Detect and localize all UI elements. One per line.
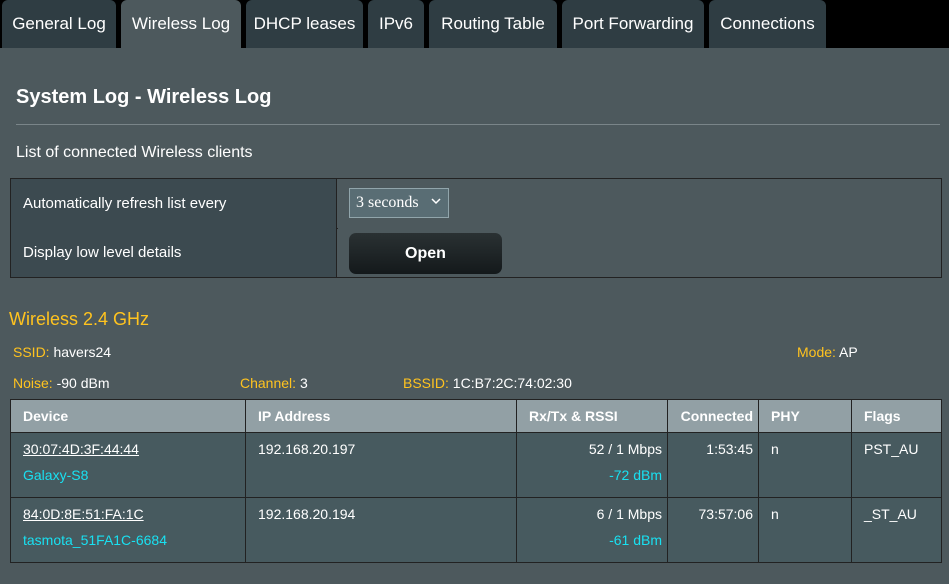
tab-connections[interactable]: Connections xyxy=(709,0,826,48)
details-label: Display low level details xyxy=(11,228,337,277)
refresh-field: 3 seconds xyxy=(338,179,941,228)
client-mac-link[interactable]: 30:07:4D:3F:44:44 xyxy=(23,441,139,457)
client-name: Galaxy-S8 xyxy=(23,467,89,483)
ip-cell: 192.168.20.197 xyxy=(245,432,517,498)
device-cell: 84:0D:8E:51:FA:1C tasmota_51FA1C-6684 xyxy=(10,497,246,563)
device-cell: 30:07:4D:3F:44:44 Galaxy-S8 xyxy=(10,432,246,498)
bssid-value: 1C:B7:2C:74:02:30 xyxy=(452,375,572,391)
ssid-label: SSID: xyxy=(13,344,50,360)
col-phy: PHY xyxy=(758,399,852,433)
tab-dhcp-leases[interactable]: DHCP leases xyxy=(246,0,363,48)
tab-routing-table[interactable]: Routing Table xyxy=(429,0,557,48)
tab-bar: General Log Wireless Log DHCP leases IPv… xyxy=(0,0,949,48)
rxtx-cell: 6 / 1 Mbps -61 dBm xyxy=(516,497,668,563)
tab-general-log[interactable]: General Log xyxy=(2,0,116,48)
title-divider xyxy=(16,124,940,125)
noise-value: -90 dBm xyxy=(56,375,110,391)
col-flags: Flags xyxy=(851,399,942,433)
bssid-info: BSSID: 1C:B7:2C:74:02:30 xyxy=(403,375,572,391)
ssid-info: SSID: havers24 xyxy=(13,344,111,360)
col-rxtx-rssi: Rx/Tx & RSSI xyxy=(516,399,668,433)
rxtx-cell: 52 / 1 Mbps -72 dBm xyxy=(516,432,668,498)
channel-value: 3 xyxy=(299,375,308,391)
noise-info: Noise: -90 dBm xyxy=(13,375,110,391)
phy-cell: n xyxy=(758,432,852,498)
wireless-band-heading: Wireless 2.4 GHz xyxy=(9,309,150,329)
flags-cell: _ST_AU xyxy=(851,497,942,563)
phy-cell: n xyxy=(758,497,852,563)
refresh-row: Automatically refresh list every 3 secon… xyxy=(11,179,941,229)
mode-label: Mode: xyxy=(797,344,836,360)
details-row: Display low level details Open xyxy=(11,228,941,277)
connected-cell: 73:57:06 xyxy=(667,497,759,563)
col-device: Device xyxy=(10,399,246,433)
client-name: tasmota_51FA1C-6684 xyxy=(23,532,167,548)
flags-cell: PST_AU xyxy=(851,432,942,498)
table-header-row: Device IP Address Rx/Tx & RSSI Connected… xyxy=(10,399,942,433)
page-title: System Log - Wireless Log xyxy=(16,86,272,108)
col-ip-address: IP Address xyxy=(245,399,517,433)
tab-ipv6[interactable]: IPv6 xyxy=(368,0,424,48)
col-connected: Connected xyxy=(667,399,759,433)
refresh-interval-value: 3 seconds xyxy=(356,194,419,211)
rate-value: 52 / 1 Mbps xyxy=(588,441,662,457)
channel-label: Channel: xyxy=(240,375,297,391)
tab-port-forwarding[interactable]: Port Forwarding xyxy=(562,0,704,48)
open-details-button[interactable]: Open xyxy=(349,233,502,274)
mode-value: AP xyxy=(839,344,858,360)
rssi-value: -72 dBm xyxy=(609,467,662,483)
settings-table: Automatically refresh list every 3 secon… xyxy=(10,178,942,278)
connected-cell: 1:53:45 xyxy=(667,432,759,498)
noise-label: Noise: xyxy=(13,375,53,391)
ip-cell: 192.168.20.194 xyxy=(245,497,517,563)
clients-table: Device IP Address Rx/Tx & RSSI Connected… xyxy=(10,399,942,563)
chevron-down-icon xyxy=(431,198,441,205)
bssid-label: BSSID: xyxy=(403,375,449,391)
page-subtitle: List of connected Wireless clients xyxy=(16,144,253,161)
log-content: System Log - Wireless Log List of connec… xyxy=(0,48,949,584)
channel-info: Channel: 3 xyxy=(240,375,308,391)
table-row: 84:0D:8E:51:FA:1C tasmota_51FA1C-6684 19… xyxy=(10,497,942,563)
rssi-value: -61 dBm xyxy=(609,532,662,548)
client-mac-link[interactable]: 84:0D:8E:51:FA:1C xyxy=(23,506,144,522)
details-field: Open xyxy=(338,228,941,277)
refresh-label: Automatically refresh list every xyxy=(11,179,337,228)
rate-value: 6 / 1 Mbps xyxy=(596,506,662,522)
ssid-value: havers24 xyxy=(53,344,112,360)
refresh-interval-select[interactable]: 3 seconds xyxy=(349,188,449,218)
mode-info: Mode: AP xyxy=(797,344,858,360)
table-row: 30:07:4D:3F:44:44 Galaxy-S8 192.168.20.1… xyxy=(10,432,942,498)
tab-wireless-log[interactable]: Wireless Log xyxy=(121,0,241,48)
